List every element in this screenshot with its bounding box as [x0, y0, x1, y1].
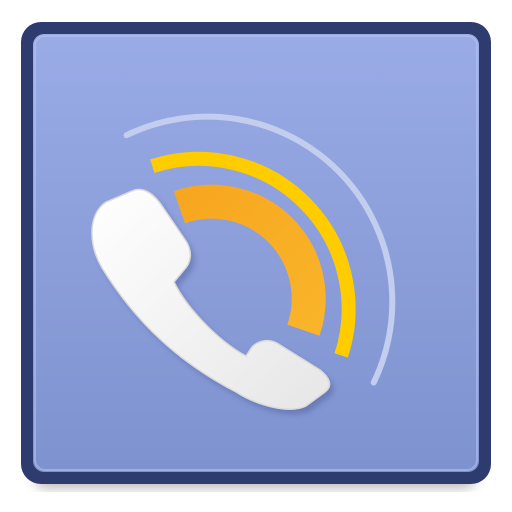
phone-app-icon-graphic: [21, 22, 491, 488]
app-icon[interactable]: [0, 0, 512, 512]
